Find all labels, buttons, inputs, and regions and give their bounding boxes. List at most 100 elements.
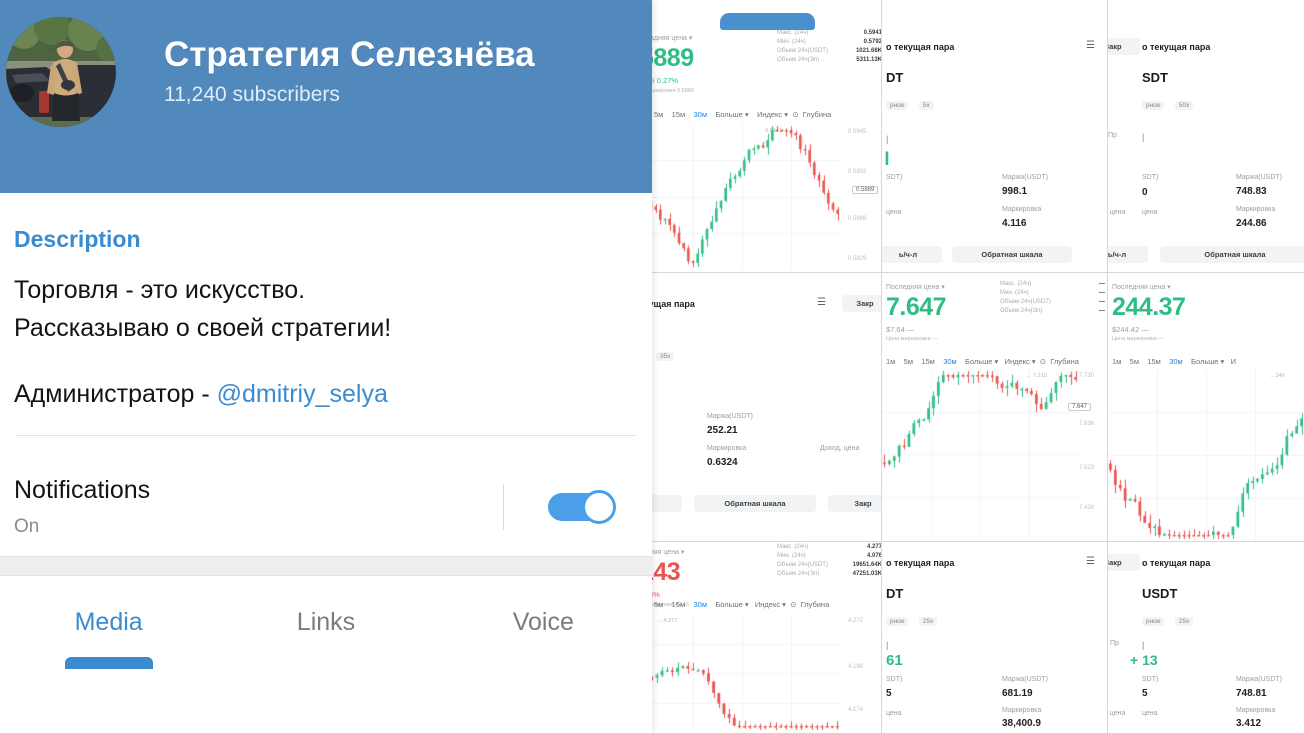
notifications-toggle[interactable]	[548, 490, 616, 524]
toggle-knob	[582, 490, 616, 524]
tf6-30m[interactable]: 30м	[1169, 357, 1183, 366]
shot-bottom-right[interactable]: Закр о текущая пара USDT рное 25x Пр | +…	[1108, 542, 1304, 733]
settings-icon[interactable]: ⊙	[792, 110, 798, 119]
shot-mid-right[interactable]: Последняя цена ▾ 244.37 $244.42 — Цена м…	[1108, 273, 1304, 541]
shot1-stat-1: 0.5792	[863, 39, 881, 45]
tf7-15m[interactable]: 15м	[672, 600, 686, 609]
shot3-symbol: SDT	[1142, 70, 1168, 85]
avatar[interactable]	[6, 17, 116, 127]
tf6-1m[interactable]: 1м	[1112, 357, 1121, 366]
blue-tab-indicator	[720, 13, 815, 30]
admin-mention-link[interactable]: @dmitriy_selya	[217, 380, 388, 408]
shot8-qty: 5	[886, 688, 892, 699]
shot-bottom-left[interactable]: адняя цена ▾ 143 -2.63% на маркировки 4.…	[652, 542, 881, 733]
shot6-candlestick-chart[interactable]	[1108, 369, 1304, 541]
tf5-5m[interactable]: 5м	[904, 357, 913, 366]
shot-mid-left[interactable]: кущая пара ☰ Закр 35x Маржа(USDT) 252.21…	[652, 273, 881, 541]
shot4-inverse-scale-button[interactable]: Обратная шкала	[694, 495, 816, 512]
tf7-30m[interactable]: 30м	[694, 600, 708, 609]
admin-line: Администратор - @dmitriy_selya	[14, 380, 638, 409]
shot8-margin: 681.19	[1002, 688, 1033, 699]
shot5-candlestick-chart[interactable]	[882, 369, 1078, 539]
shot5-index[interactable]: Индекс ▾	[1005, 357, 1036, 366]
shot1-timeframe-bar[interactable]: 5м 15м 30м Больше ▾ Индекс ▾ ⊙ Глубина	[654, 110, 831, 119]
shot3-margin-label: Маржа(USDT)	[1236, 174, 1282, 181]
shot2-leverage-chip: 5x	[918, 101, 934, 110]
shot-top-left[interactable]: адняя цена ▾ 5889 5889 0.27% на маркиров…	[652, 24, 881, 272]
shot3-close-button[interactable]: Закр	[1108, 38, 1140, 55]
info-body: Description Торговля - это искусство. Ра…	[0, 193, 652, 436]
telegram-channel-info-panel: Стратегия Селезнёва 11,240 subscribers D…	[0, 0, 652, 733]
shot9-close-button[interactable]: Закр	[1108, 554, 1140, 571]
channel-title: Стратегия Селезнёва	[164, 35, 535, 74]
shot2-cross-chip[interactable]: рное	[886, 101, 909, 110]
shot6-last-price: 244.37	[1112, 293, 1186, 321]
layout-icon[interactable]: ☰	[1086, 40, 1095, 51]
media-tabs: Media Links Voice	[0, 576, 652, 686]
tab-links[interactable]: Links	[217, 608, 434, 637]
tf6-5m[interactable]: 5м	[1130, 357, 1139, 366]
shot8-leverage-chip: 25x	[918, 617, 938, 626]
trading-screenshots-collage: адняя цена ▾ 5889 5889 0.27% на маркиров…	[652, 0, 1304, 733]
tf6-15m[interactable]: 15м	[1147, 357, 1161, 366]
shot6-mark-sub: $244.42	[1112, 325, 1140, 334]
shot7-depth[interactable]: Глубина	[801, 600, 830, 609]
shot5-timeframe-bar[interactable]: 1м 5м 15м 30м Больше ▾ Индекс ▾ ⊙ Глубин…	[886, 357, 1079, 366]
shot3-leverage-chip: 50x	[1174, 101, 1194, 110]
shot4-share-button[interactable]	[652, 495, 682, 512]
tab-media-label: Media	[74, 608, 143, 636]
tf5-1m[interactable]: 1м	[886, 357, 895, 366]
shot4-close-position-button[interactable]: Закр	[828, 495, 881, 512]
shot3-inverse-scale-button[interactable]: Обратная шкала	[1160, 246, 1304, 263]
tab-media[interactable]: Media	[0, 608, 217, 669]
shot7-settings-icon[interactable]: ⊙	[790, 600, 796, 609]
notifications-separator	[503, 484, 504, 530]
shot6-index[interactable]: И	[1231, 357, 1236, 366]
shot4-close-button[interactable]: Закр	[842, 295, 881, 312]
shot3-marking-label: Маркировка	[1236, 206, 1276, 213]
shot8-layout-icon[interactable]: ☰	[1086, 556, 1095, 567]
shot7-candlestick-chart[interactable]	[652, 614, 840, 732]
tf5-30m[interactable]: 30м	[943, 357, 957, 366]
shot7-more[interactable]: Больше ▾	[715, 600, 748, 609]
index-dropdown[interactable]: Индекс ▾	[757, 110, 788, 119]
notifications-row[interactable]: Notifications On	[0, 436, 652, 556]
shot5-more[interactable]: Больше ▾	[965, 357, 998, 366]
shot-bottom-middle[interactable]: о текущая пара ☰ DT рное 25x | 61 SDT) 5…	[882, 542, 1107, 733]
shot8-pair-header: о текущая пара	[886, 558, 955, 568]
shot7-timeframe-bar[interactable]: 5м 15м 30м Больше ▾ Индекс ▾ ⊙ Глубина	[654, 600, 829, 609]
shot3-cross-chip[interactable]: рное	[1142, 101, 1165, 110]
shot-top-right[interactable]: Закр о текущая пара SDT рное 50x Пр | SD…	[1108, 24, 1304, 272]
shot1-change: 0.27%	[656, 76, 679, 85]
shot2-share-button[interactable]: ь/ч-л	[882, 246, 942, 263]
shot8-pnl: 61	[886, 652, 903, 669]
notifications-texts: Notifications On	[14, 476, 503, 538]
tab-voice[interactable]: Voice	[435, 608, 652, 637]
shot8-cross-chip[interactable]: рное	[886, 617, 909, 626]
shot6-timeframe-bar[interactable]: 1м 5м 15м 30м Больше ▾ И	[1112, 357, 1236, 366]
description-heading: Description	[14, 226, 141, 252]
shot3-share-button[interactable]: ь/ч-л	[1108, 246, 1148, 263]
depth-button[interactable]: Глубина	[803, 110, 832, 119]
shot4-layout-icon[interactable]: ☰	[817, 297, 826, 308]
tf5-15m[interactable]: 15м	[921, 357, 935, 366]
shot1-candlestick-chart[interactable]	[652, 124, 840, 269]
shot5-depth[interactable]: Глубина	[1050, 357, 1079, 366]
shot-mid-middle[interactable]: Последняя цена ▾ 7.647 $7.64 — Цена марк…	[882, 273, 1107, 541]
more-dropdown[interactable]: Больше ▾	[715, 110, 748, 119]
shot6-more[interactable]: Больше ▾	[1191, 357, 1224, 366]
tf-15m[interactable]: 15м	[672, 110, 686, 119]
shot5-settings-icon[interactable]: ⊙	[1040, 357, 1046, 366]
shot8-symbol: DT	[886, 586, 904, 601]
shot5-last-price-label: Последняя цена ▾	[886, 284, 945, 291]
tf-30m[interactable]: 30м	[694, 110, 708, 119]
tf7-5m[interactable]: 5м	[654, 600, 663, 609]
shot9-leverage-chip: 25x	[1174, 617, 1194, 626]
shot3-margin-value: 748.83	[1236, 186, 1267, 197]
shot2-inverse-scale-button[interactable]: Обратная шкала	[952, 246, 1072, 263]
shot9-cross-chip[interactable]: рное	[1142, 617, 1165, 626]
admin-label: Администратор -	[14, 380, 217, 408]
shot7-index[interactable]: Индекс ▾	[755, 600, 786, 609]
shot-top-middle[interactable]: о текущая пара ☰ DT рное 5x | ▎ SDT) Мар…	[882, 24, 1107, 272]
tf-5m[interactable]: 5м	[654, 110, 663, 119]
